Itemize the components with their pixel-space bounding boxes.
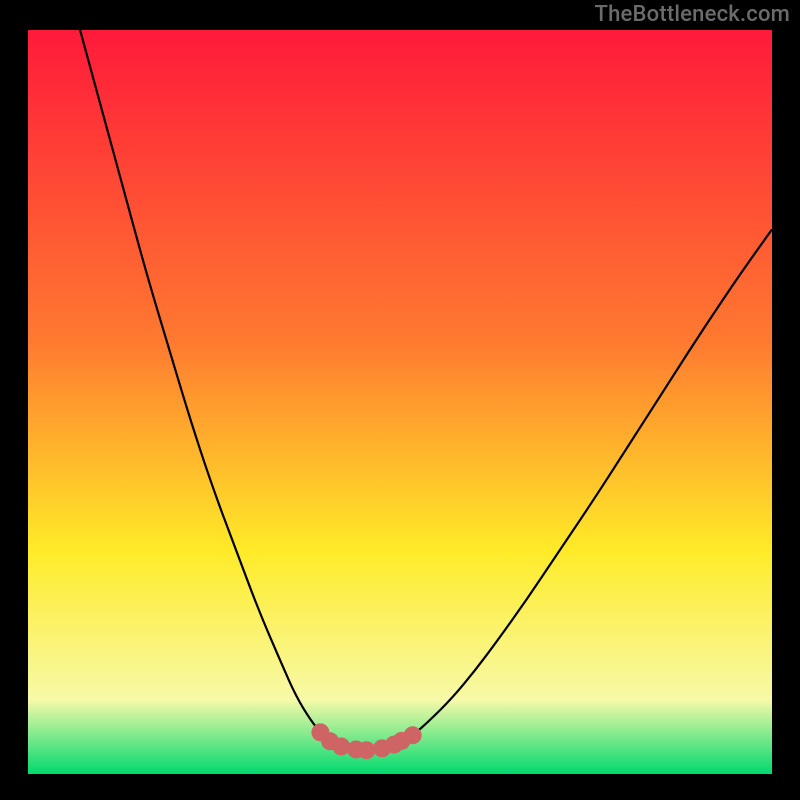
plot-area xyxy=(28,30,772,774)
attribution-label: TheBottleneck.com xyxy=(595,2,790,27)
valley-marker xyxy=(404,726,422,744)
chart-frame: TheBottleneck.com xyxy=(0,0,800,800)
valley-markers xyxy=(28,30,772,774)
valley-marker xyxy=(332,737,350,755)
valley-marker xyxy=(358,741,376,759)
